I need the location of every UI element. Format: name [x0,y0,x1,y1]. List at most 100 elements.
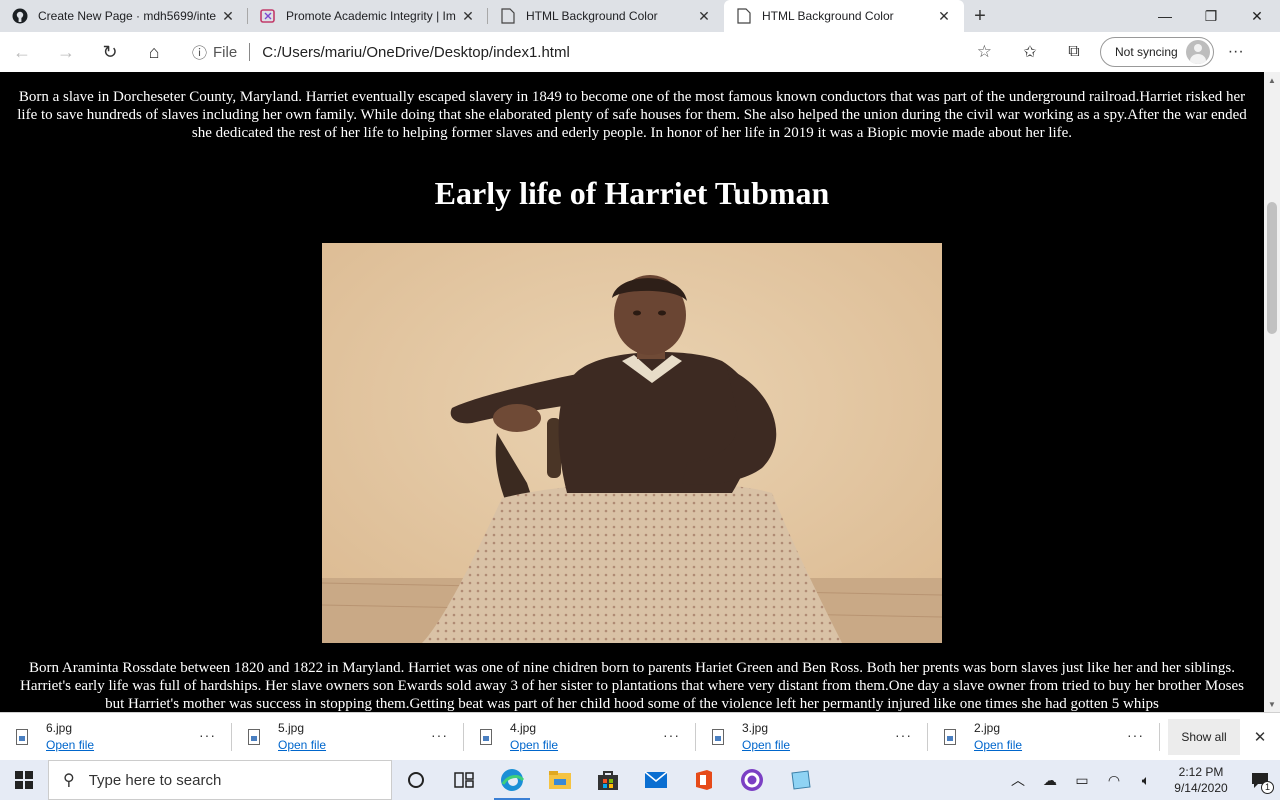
refresh-icon[interactable]: ↻ [88,32,132,72]
image-file-icon [944,728,956,745]
favorites-icon[interactable]: ✩ [1008,32,1052,72]
intro-paragraph: Born a slave in Dorcheseter County, Mary… [17,89,1247,141]
windows-taskbar: ⚲ Type here to search ︿ ☁ ▭ ◠ 🔈︎ 2:12 PM… [0,760,1280,800]
onedrive-cloud-icon[interactable]: ☁ [1034,760,1066,800]
tab-create-new-page[interactable]: Create New Page · mdh5699/inte ✕ [0,0,248,32]
download-item[interactable]: 5.jpg Open file ··· [232,713,464,761]
more-menu-icon[interactable]: ··· [1214,32,1258,72]
github-icon [12,8,28,24]
tab-title: HTML Background Color [526,9,658,23]
tab-title: Create New Page · mdh5699/inte [38,9,217,23]
teams-icon[interactable] [728,760,776,800]
more-options-icon[interactable]: ··· [199,727,216,743]
scroll-thumb[interactable] [1267,202,1277,334]
search-placeholder: Type here to search [88,771,222,789]
address-bar[interactable]: ⓘ File C:/Users/mariu/OneDrive/Desktop/i… [180,36,1002,68]
integrity-icon [260,8,276,24]
download-item[interactable]: 3.jpg Open file ··· [696,713,928,761]
profile-label: Not syncing [1115,45,1178,59]
close-tab-icon[interactable]: ✕ [934,6,954,26]
scroll-up-icon[interactable]: ▲ [1264,72,1280,88]
close-tab-icon[interactable]: ✕ [218,6,238,26]
back-arrow-icon[interactable]: ← [0,32,44,72]
search-icon: ⚲ [63,772,75,789]
restore-icon[interactable]: ❐ [1188,0,1234,32]
harriet-tubman-portrait [322,243,942,643]
chevron-up-icon[interactable]: ︿ [1002,760,1034,800]
tab-html-background-color-active[interactable]: HTML Background Color ✕ [724,0,964,32]
close-window-icon[interactable]: ✕ [1234,0,1280,32]
image-file-icon [16,728,28,745]
download-item[interactable]: 4.jpg Open file ··· [464,713,696,761]
page-viewport: Born a slave in Dorcheseter County, Mary… [0,72,1264,712]
vertical-scrollbar[interactable]: ▲ ▼ [1264,72,1280,712]
open-file-link[interactable]: Open file [278,737,326,754]
page-icon [736,8,752,24]
more-options-icon[interactable]: ··· [1127,727,1144,743]
open-file-link[interactable]: Open file [510,737,558,754]
clock-date: 9/14/2020 [1174,781,1228,795]
office-icon[interactable] [680,760,728,800]
tab-strip: Create New Page · mdh5699/inte ✕ Promote… [0,0,1280,32]
avatar-icon [1185,40,1210,64]
home-icon[interactable]: ⌂ [132,32,176,72]
image-file-icon [248,728,260,745]
address-scheme: File [213,43,238,61]
minimize-icon[interactable]: — [1142,0,1188,32]
image-file-icon [712,728,724,745]
task-view-icon[interactable] [440,760,488,800]
download-item[interactable]: 6.jpg Open file ··· [0,713,232,761]
download-item[interactable]: 2.jpg Open file ··· [928,713,1160,761]
tab-html-background-color[interactable]: HTML Background Color ✕ [488,0,724,32]
image-file-icon [480,728,492,745]
collections-icon[interactable]: ⧉ [1052,32,1096,72]
windows-start-icon[interactable] [0,760,48,800]
address-divider [249,43,251,61]
download-filename: 2.jpg [974,720,1001,735]
address-url[interactable]: C:/Users/mariu/OneDrive/Desktop/index1.h… [262,44,570,61]
taskbar-clock[interactable]: 2:12 PM 9/14/2020 [1162,764,1240,796]
taskbar-search-box[interactable]: ⚲ Type here to search [48,760,392,800]
new-tab-button[interactable]: + [964,0,996,32]
close-shelf-icon[interactable]: ✕ [1240,713,1280,761]
early-life-paragraph: Born Araminta Rossdate between 1820 and … [19,660,1245,712]
close-tab-icon[interactable]: ✕ [694,6,714,26]
download-filename: 3.jpg [742,720,769,735]
scroll-down-icon[interactable]: ▼ [1264,696,1280,712]
show-all-button[interactable]: Show all [1168,718,1240,755]
more-options-icon[interactable]: ··· [431,727,448,743]
info-icon[interactable]: ⓘ [192,42,207,63]
profile-button[interactable]: Not syncing [1100,37,1214,67]
browser-toolbar: ← → ↻ ⌂ ⓘ File C:/Users/mariu/OneDrive/D… [0,32,1280,72]
page-heading: Early life of Harriet Tubman [434,175,830,211]
download-shelf: 6.jpg Open file ··· 5.jpg Open file ··· 4.… [0,712,1280,760]
system-tray: ︿ ☁ ▭ ◠ 🔈︎ 2:12 PM 9/14/2020 1 [1002,760,1280,800]
file-explorer-icon[interactable] [536,760,584,800]
clock-time: 2:12 PM [1178,765,1224,779]
open-file-link[interactable]: Open file [742,737,790,754]
more-options-icon[interactable]: ··· [663,727,680,743]
more-options-icon[interactable]: ··· [895,727,912,743]
page-icon [500,8,516,24]
notification-center-icon[interactable]: 1 [1240,760,1280,800]
close-tab-icon[interactable]: ✕ [458,6,478,26]
favorite-star-icon[interactable]: ☆ [977,42,992,62]
cortana-icon[interactable] [392,760,440,800]
tab-title: Promote Academic Integrity | Im [286,9,456,23]
tab-academic-integrity[interactable]: Promote Academic Integrity | Im ✕ [248,0,488,32]
store-icon[interactable] [584,760,632,800]
notification-count: 1 [1261,781,1274,794]
open-file-link[interactable]: Open file [974,737,1022,754]
open-file-link[interactable]: Open file [46,737,94,754]
battery-icon[interactable]: ▭ [1066,760,1098,800]
edge-browser-icon[interactable] [488,760,536,800]
window-controls: — ❐ ✕ [1142,0,1280,32]
forward-arrow-icon[interactable]: → [44,32,88,72]
notes-app-icon[interactable] [776,760,824,800]
wifi-icon[interactable]: ◠ [1098,760,1130,800]
download-filename: 6.jpg [46,720,73,735]
mail-icon[interactable] [632,760,680,800]
download-filename: 4.jpg [510,720,537,735]
volume-icon[interactable]: 🔈︎ [1130,760,1162,800]
download-filename: 5.jpg [278,720,305,735]
